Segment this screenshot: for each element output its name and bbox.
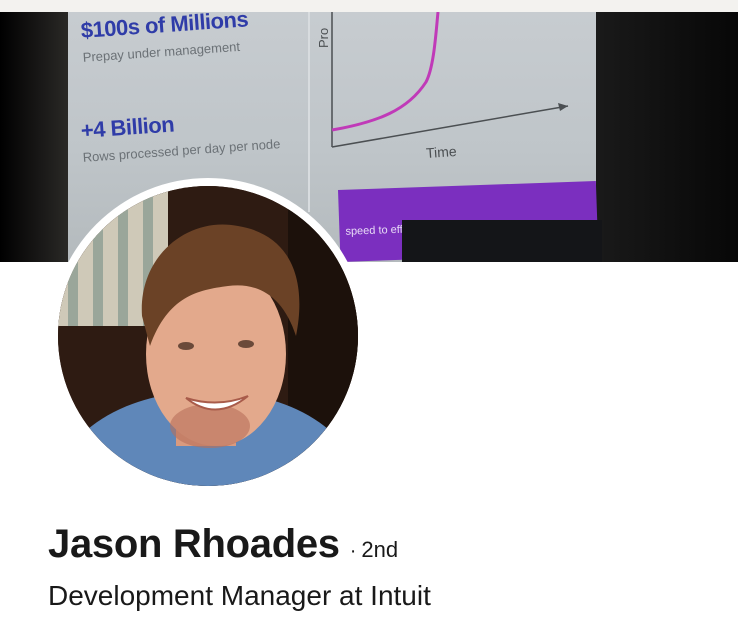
- degree-separator: ·: [349, 540, 357, 562]
- chart-growth-curve: [331, 12, 440, 132]
- chart-x-axis: [331, 105, 569, 148]
- cover-left-shadow: [0, 12, 70, 262]
- chart-x-axis-label: Time: [425, 142, 458, 162]
- stat-block-2: +4 Billion Rows processed per day per no…: [80, 104, 281, 164]
- profile-page: $100s of Millions Prepay under managemen…: [0, 0, 738, 632]
- cover-dark-overlay: [402, 220, 602, 262]
- connection-degree: 2nd: [361, 537, 399, 562]
- cover-right-shadow: [594, 12, 738, 262]
- profile-headline: Development Manager at Intuit: [48, 580, 431, 611]
- profile-name: Jason Rhoades: [48, 522, 340, 566]
- avatar-right-eye: [238, 340, 254, 348]
- avatar-beard: [170, 404, 250, 448]
- slide-chart: Pro Time: [316, 12, 588, 182]
- curtain-stripe: [118, 186, 128, 326]
- profile-avatar[interactable]: [58, 186, 358, 486]
- avatar-photo: [58, 186, 358, 486]
- avatar-ring: [50, 178, 366, 494]
- slide-divider: [308, 12, 310, 212]
- avatar-left-eye: [178, 342, 194, 350]
- profile-name-row: Jason Rhoades · 2nd: [48, 522, 398, 567]
- stat-caption-1: Prepay under management: [82, 38, 241, 65]
- stat-block-1: $100s of Millions Prepay under managemen…: [80, 12, 250, 65]
- top-border: [0, 0, 738, 12]
- chart-y-axis-label: Pro: [316, 27, 331, 48]
